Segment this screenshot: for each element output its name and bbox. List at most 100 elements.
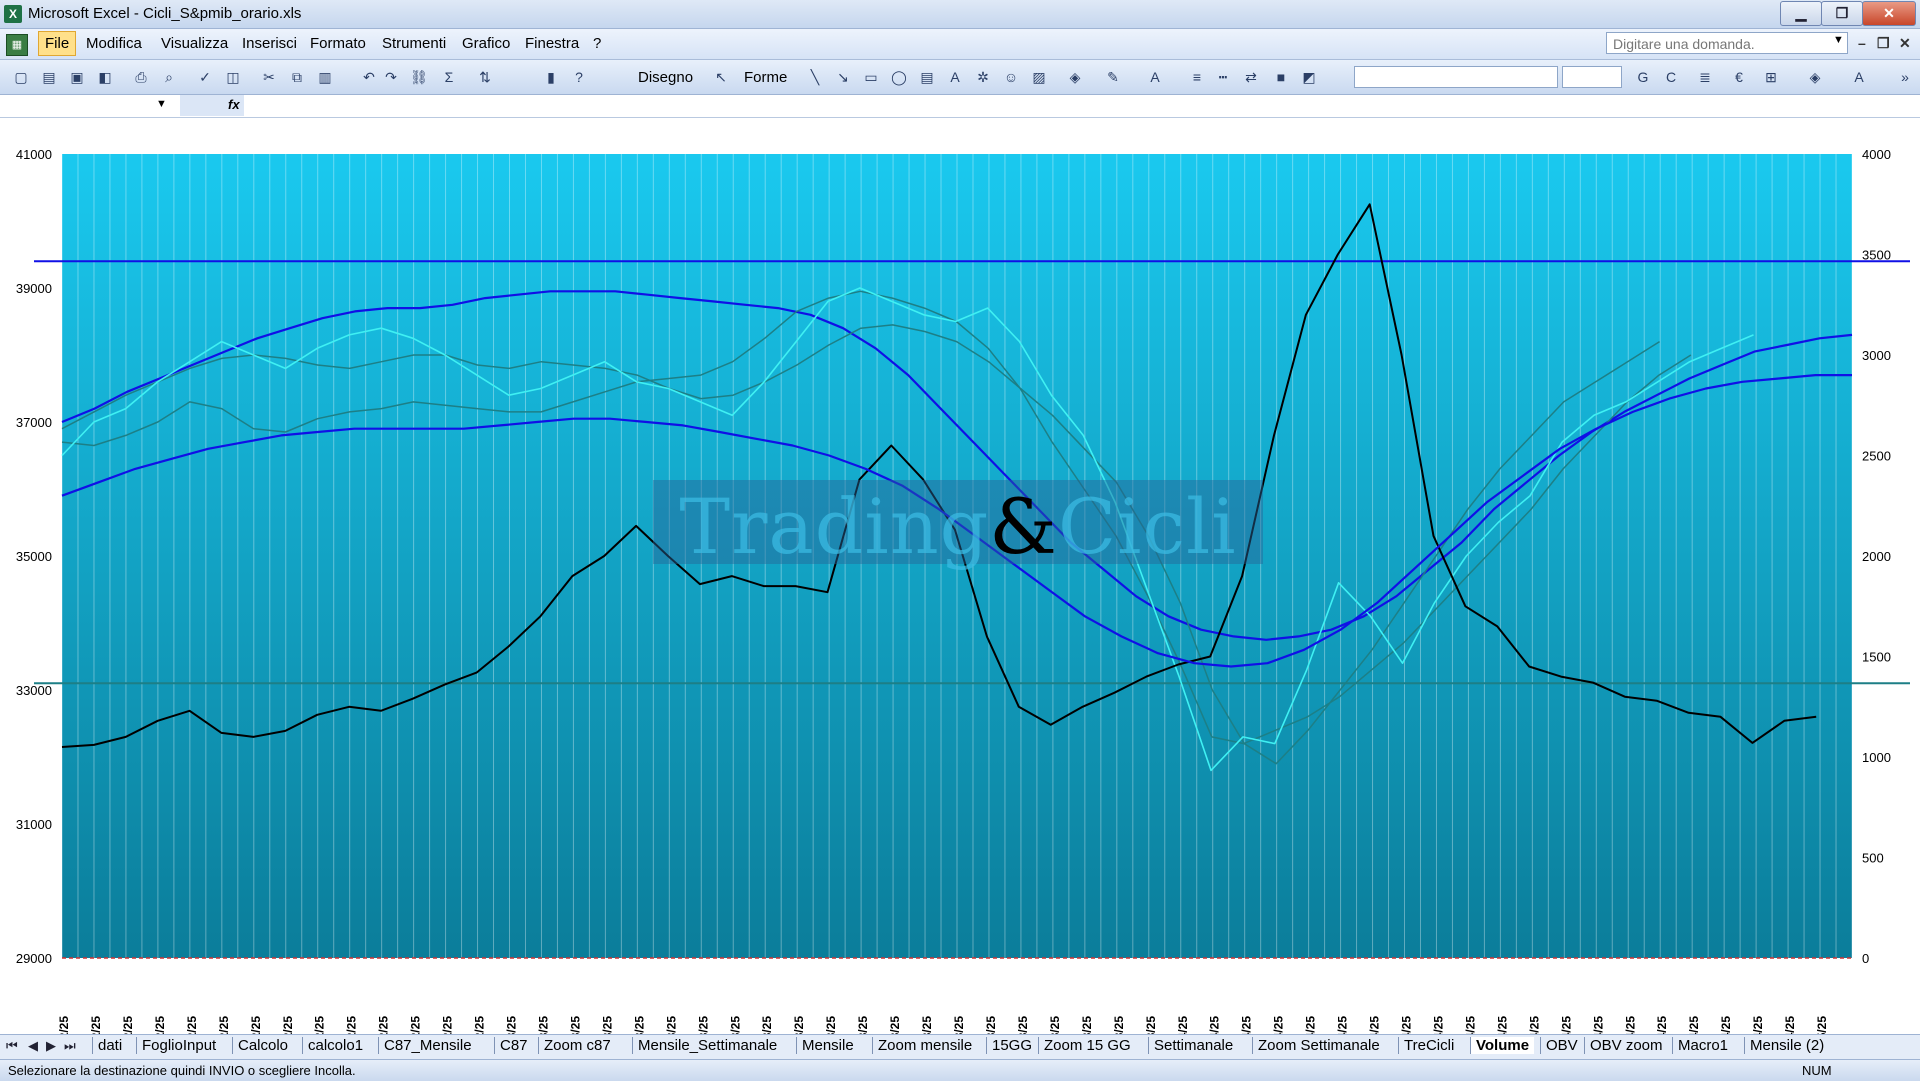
menu-visualizza[interactable]: Visualizza [155,35,234,52]
borders-icon[interactable]: ⊞ [1762,68,1780,86]
sheet-tab[interactable]: C87_Mensile [378,1037,477,1054]
doc-minimize-icon[interactable]: – [1858,35,1866,51]
sheet-tab[interactable]: OBV [1540,1037,1583,1054]
menu-file[interactable]: File [38,31,77,56]
line-style-icon[interactable]: ≡ [1188,68,1206,86]
prev-sheet-icon[interactable]: ◀ [28,1038,38,1054]
italic-icon[interactable]: C [1662,68,1680,86]
sheet-tab[interactable]: Calcolo [232,1037,293,1054]
open-icon[interactable]: ▤ [40,68,58,86]
menu-strumenti[interactable]: Strumenti [376,35,452,52]
sheet-tab[interactable]: dati [92,1037,127,1054]
volume-chart[interactable]: 29000 31000 33000 35000 37000 39000 41000 0 500… [0,118,1920,1035]
chart-area[interactable]: 29000 31000 33000 35000 37000 39000 41000 0 500… [0,118,1920,1035]
document-icon[interactable]: ▦ [6,34,28,56]
currency-icon[interactable]: € [1730,68,1748,86]
sheet-tab[interactable]: Zoom c87 [538,1037,616,1054]
select-pointer-icon[interactable]: ↖ [712,68,730,86]
text-color-icon[interactable]: A [1850,68,1868,86]
sheet-tab[interactable]: Volume [1470,1037,1535,1054]
x-axis-date-label: 20/2/25 [281,1016,295,1035]
sheet-tab[interactable]: Mensile_Settimanale [632,1037,782,1054]
copy-icon[interactable]: ⧉ [288,68,306,86]
excel-app-icon[interactable]: X [4,5,22,23]
menu-help[interactable]: ? [587,35,607,52]
line-color-icon[interactable]: ✎ [1104,68,1122,86]
picture-icon[interactable]: ▨ [1030,68,1048,86]
x-axis-date-label: 3/4/25 [1240,1016,1254,1035]
clipart-icon[interactable]: ☺ [1002,68,1020,86]
save-icon[interactable]: ▣ [68,68,86,86]
shapes-menu[interactable]: Forme [744,69,787,86]
redo-icon[interactable]: ↷ [382,68,400,86]
name-box[interactable] [0,95,181,116]
sheet-tab[interactable]: Zoom 15 GG [1038,1037,1136,1054]
doc-close-icon[interactable]: ✕ [1899,35,1911,52]
menu-inserisci[interactable]: Inserisci [236,35,303,52]
cell-fill-icon[interactable]: ◈ [1806,68,1824,86]
sheet-tab[interactable]: Zoom mensile [872,1037,977,1054]
oval-icon[interactable]: ◯ [890,68,908,86]
help-icon[interactable]: ? [570,68,588,86]
autosum-icon[interactable]: Σ [440,68,458,86]
minimize-button[interactable]: ▁ [1780,1,1822,26]
sheet-tab[interactable]: Macro1 [1672,1037,1733,1054]
sheet-tab[interactable]: TreCicli [1398,1037,1459,1054]
fill-color-icon[interactable]: ◈ [1066,68,1084,86]
name-box-dropdown-icon[interactable]: ▼ [156,98,167,110]
font-color-icon[interactable]: A [1146,68,1164,86]
3d-icon[interactable]: ◩ [1300,68,1318,86]
menu-modifica[interactable]: Modifica [80,35,148,52]
sheet-tab[interactable]: Mensile [796,1037,859,1054]
close-button[interactable]: ✕ [1862,1,1916,26]
print-preview-icon[interactable]: ⌕ [160,68,178,86]
chart-wizard-icon[interactable]: ▮ [542,68,560,86]
menu-formato[interactable]: Formato [304,35,372,52]
undo-icon[interactable]: ↶ [360,68,378,86]
ask-question-input[interactable]: Digitare una domanda. [1606,32,1848,54]
spelling-icon[interactable]: ✓ [196,68,214,86]
sheet-tab[interactable]: OBV zoom [1584,1037,1668,1054]
hyperlink-icon[interactable]: ⛓ [410,68,428,86]
sheet-tab[interactable]: FoglioInput [136,1037,221,1054]
next-sheet-icon[interactable]: ▶ [46,1038,56,1054]
print-icon[interactable]: ⎙ [132,68,150,86]
arrow-style-icon[interactable]: ⇄ [1242,68,1260,86]
dash-style-icon[interactable]: ┅ [1214,68,1232,86]
menu-finestra[interactable]: Finestra [519,35,585,52]
diagram-icon[interactable]: ✲ [974,68,992,86]
sheet-tab[interactable]: Settimanale [1148,1037,1238,1054]
wordart-icon[interactable]: A [946,68,964,86]
align-icon[interactable]: ≣ [1696,68,1714,86]
sheet-tab[interactable]: Mensile (2) [1744,1037,1829,1054]
sheet-tab[interactable]: C87 [494,1037,533,1054]
fx-icon[interactable]: fx [228,97,240,112]
toolbar-options-icon[interactable]: » [1896,68,1914,86]
font-name-combo[interactable] [1354,66,1558,88]
ask-dropdown-icon[interactable]: ▼ [1833,34,1844,46]
new-icon[interactable]: ▢ [12,68,30,86]
last-sheet-icon[interactable]: ⏭ [64,1038,76,1054]
x-axis-date-label: 18/2/25 [217,1016,231,1035]
shadow-icon[interactable]: ■ [1272,68,1290,86]
textbox-icon[interactable]: ▤ [918,68,936,86]
line-icon[interactable]: ╲ [806,68,824,86]
arrow-icon[interactable]: ↘ [834,68,852,86]
sheet-tab[interactable]: calcolo1 [302,1037,368,1054]
cut-icon[interactable]: ✂ [260,68,278,86]
drawing-menu[interactable]: Disegno [638,69,693,86]
permission-icon[interactable]: ◧ [96,68,114,86]
sort-icon[interactable]: ⇅ [476,68,494,86]
menu-bar: ▦ File Modifica Visualizza Inserisci For… [0,29,1920,60]
menu-grafico[interactable]: Grafico [456,35,516,52]
sheet-tab[interactable]: 15GG [986,1037,1037,1054]
research-icon[interactable]: ◫ [224,68,242,86]
rectangle-icon[interactable]: ▭ [862,68,880,86]
maximize-button[interactable]: ❐ [1821,1,1863,26]
paste-icon[interactable]: ▥ [316,68,334,86]
font-size-combo[interactable] [1562,66,1622,88]
bold-icon[interactable]: G [1634,68,1652,86]
doc-restore-icon[interactable]: ❐ [1877,35,1890,52]
sheet-tab[interactable]: Zoom Settimanale [1252,1037,1385,1054]
first-sheet-icon[interactable]: ⏮ [6,1038,18,1054]
